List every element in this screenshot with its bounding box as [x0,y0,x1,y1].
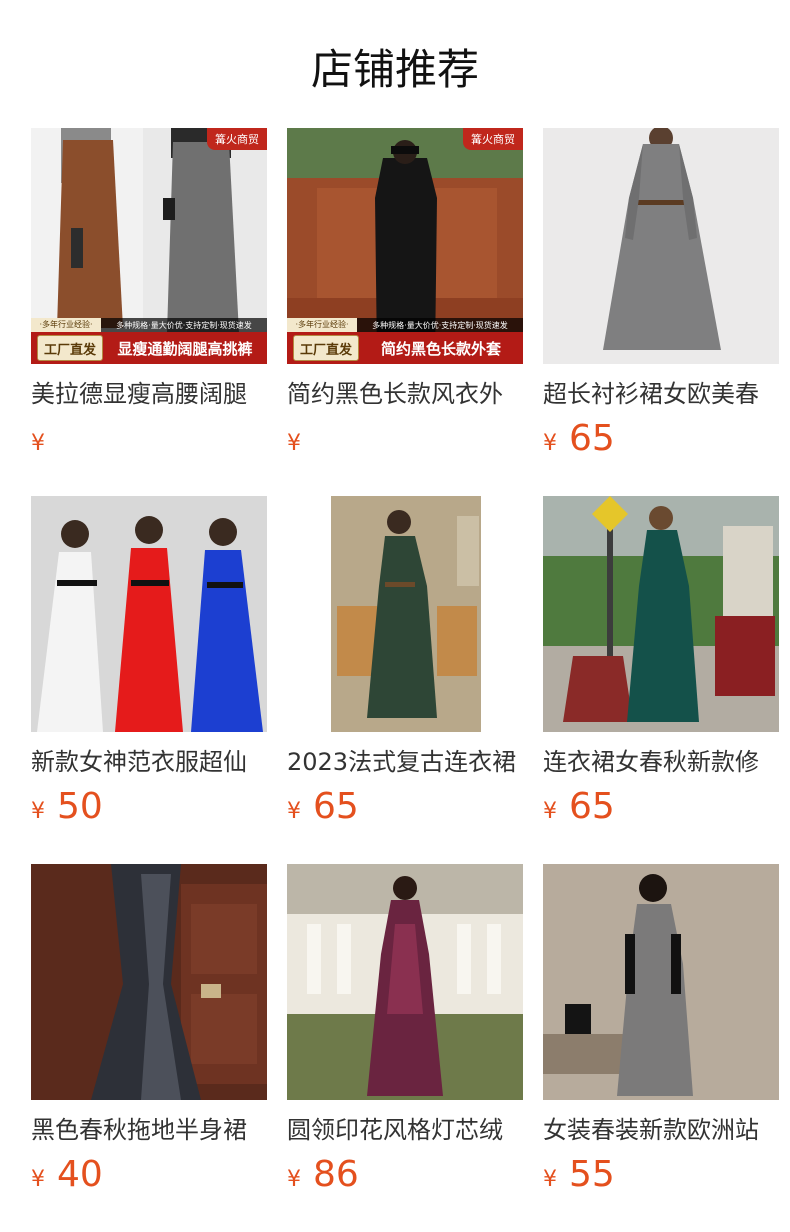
product-price: ¥86 [287,1152,523,1198]
price-value: 50 [57,786,103,827]
promo-subbar: ·多年行业经验· 多种规格·量大价优·支持定制·现货速发 [287,318,523,332]
product-photo [31,496,267,732]
product-name[interactable]: 连衣裙女春秋新款修 [543,746,779,778]
currency-symbol: ¥ [543,799,557,824]
promo-bar: 工厂直发 显瘦通勤阔腿高挑裤 [31,332,267,364]
product-name[interactable]: 圆领印花风格灯芯绒 [287,1114,523,1146]
product-price: ¥40 [31,1152,267,1198]
currency-symbol: ¥ [31,1167,45,1192]
product-price: ¥ [31,416,267,462]
promo-slogan: 显瘦通勤阔腿高挑裤 [117,339,253,358]
product-price: ¥ [287,416,523,462]
product-card[interactable]: 超长衬衫裙女欧美春 ¥65 [543,128,779,462]
product-image[interactable] [31,496,267,732]
currency-symbol: ¥ [287,431,301,456]
promo-features: 多种规格·量大价优·支持定制·现货速发 [372,320,508,330]
product-card[interactable]: 连衣裙女春秋新款修 ¥65 [543,496,779,830]
product-image[interactable] [287,496,523,732]
price-value: 40 [57,1154,103,1195]
product-photo [543,496,779,732]
product-image[interactable] [543,496,779,732]
factory-direct-label: 工厂直发 [293,335,360,361]
promo-slogan: 简约黑色长款外套 [381,339,502,358]
product-name[interactable]: 简约黑色长款风衣外 [287,378,523,410]
product-name[interactable]: 女装春装新款欧洲站 [543,1114,779,1146]
product-card[interactable]: 黑色春秋拖地半身裙 ¥40 [31,864,267,1198]
product-name[interactable]: 2023法式复古连衣裙 [287,746,523,778]
product-price: ¥50 [31,784,267,830]
promo-features: 多种规格·量大价优·支持定制·现货速发 [116,320,252,330]
currency-symbol: ¥ [287,1167,301,1192]
product-image[interactable]: 篝火商贸 ·多年行业经验· 多种规格·量大价优·支持定制·现货速发 工厂直发 简… [287,128,523,364]
product-photo [543,864,779,1100]
promo-experience: ·多年行业经验· [31,318,101,332]
product-photo [543,128,779,364]
currency-symbol: ¥ [31,431,45,456]
product-price: ¥65 [287,784,523,830]
price-value: 65 [569,786,615,827]
shop-badge: 篝火商贸 [463,128,523,150]
product-image[interactable]: 篝火商贸 ·多年行业经验· 多种规格·量大价优·支持定制·现货速发 工厂直发 显… [31,128,267,364]
price-value: 65 [569,418,615,459]
price-value: 55 [569,1154,615,1195]
product-card[interactable]: 2023法式复古连衣裙 ¥65 [287,496,523,830]
product-card[interactable]: 新款女神范衣服超仙 ¥50 [31,496,267,830]
product-photo [31,864,267,1100]
product-price: ¥65 [543,416,779,462]
product-price: ¥65 [543,784,779,830]
currency-symbol: ¥ [287,799,301,824]
product-photo [287,864,523,1100]
product-name[interactable]: 超长衬衫裙女欧美春 [543,378,779,410]
factory-direct-label: 工厂直发 [37,335,104,361]
product-photo [287,496,523,732]
shop-badge: 篝火商贸 [207,128,267,150]
product-image[interactable] [543,864,779,1100]
product-image[interactable] [287,864,523,1100]
promo-bar: 工厂直发 简约黑色长款外套 [287,332,523,364]
promo-experience: ·多年行业经验· [287,318,357,332]
price-value: 65 [313,786,359,827]
product-image[interactable] [543,128,779,364]
product-name[interactable]: 黑色春秋拖地半身裙 [31,1114,267,1146]
currency-symbol: ¥ [31,799,45,824]
product-image[interactable] [31,864,267,1100]
promo-subbar: ·多年行业经验· 多种规格·量大价优·支持定制·现货速发 [31,318,267,332]
section-title: 店铺推荐 [310,45,479,94]
product-name[interactable]: 新款女神范衣服超仙 [31,746,267,778]
product-card[interactable]: 圆领印花风格灯芯绒 ¥86 [287,864,523,1198]
product-card[interactable]: 篝火商贸 ·多年行业经验· 多种规格·量大价优·支持定制·现货速发 工厂直发 显… [31,128,267,462]
product-card[interactable]: 女装春装新款欧洲站 ¥55 [543,864,779,1198]
product-name[interactable]: 美拉德显瘦高腰阔腿 [31,378,267,410]
currency-symbol: ¥ [543,1167,557,1192]
currency-symbol: ¥ [543,431,557,456]
product-price: ¥55 [543,1152,779,1198]
product-card[interactable]: 篝火商贸 ·多年行业经验· 多种规格·量大价优·支持定制·现货速发 工厂直发 简… [287,128,523,462]
price-value: 86 [313,1154,359,1195]
